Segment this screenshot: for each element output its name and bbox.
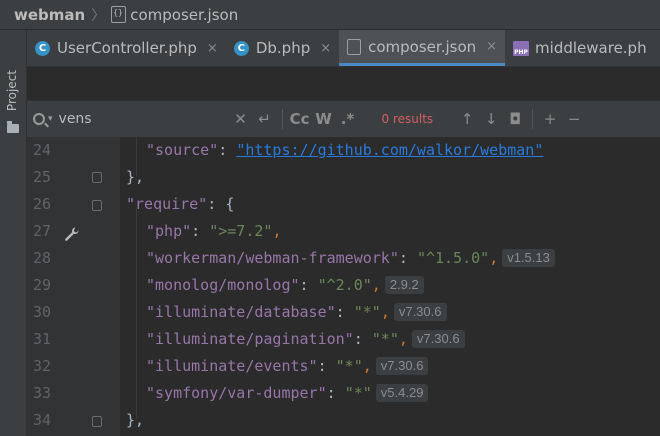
code-line: }, xyxy=(126,168,145,186)
folder-icon[interactable] xyxy=(7,121,19,133)
line-number: 30 xyxy=(33,303,52,321)
php-class-icon: C xyxy=(233,40,249,56)
editor-gutter: 24 25 26 27 28 29 30 31 32 33 34 xyxy=(27,137,120,436)
fold-marker-icon[interactable] xyxy=(92,172,102,183)
code-line: "illuminate/database": "*", v7.30.6 xyxy=(146,299,447,326)
breadcrumb-separator-icon: 〉 xyxy=(91,7,106,24)
json-file-icon xyxy=(111,6,127,23)
close-icon[interactable]: × xyxy=(207,41,218,56)
tab-db[interactable]: C Db.php × xyxy=(226,30,339,66)
search-history-dropdown-icon[interactable]: ▾ xyxy=(48,114,53,124)
version-hint: v7.30.6 xyxy=(411,330,465,348)
line-number: 26 xyxy=(33,195,52,213)
line-number: 32 xyxy=(33,357,52,375)
search-results-count: 0 results xyxy=(381,112,434,126)
line-number: 25 xyxy=(33,168,52,186)
navigation-bar: webman 〉 composer.json xyxy=(0,0,660,30)
add-selection-icon[interactable]: + xyxy=(538,110,562,128)
url-link[interactable]: "https://github.com/walkor/webman" xyxy=(236,141,543,159)
select-all-occurrences-icon[interactable]: ◘ xyxy=(503,110,527,128)
php-file-icon: PHP xyxy=(513,40,530,56)
line-number: 34 xyxy=(33,411,52,429)
json-file-icon xyxy=(347,38,362,55)
previous-occurrence-icon[interactable]: ↑ xyxy=(455,110,479,128)
editor-tabs: C UserController.php × C Db.php × compos… xyxy=(27,30,660,67)
tab-middleware[interactable]: PHP middleware.ph xyxy=(505,30,655,66)
divider xyxy=(532,109,534,129)
code-line: }, xyxy=(126,411,145,429)
code-line: "workerman/webman-framework": "^1.5.0", v… xyxy=(146,245,555,272)
breadcrumb-project[interactable]: webman xyxy=(14,6,85,24)
code-editor[interactable]: 24 25 26 27 28 29 30 31 32 33 34 "source… xyxy=(27,137,660,436)
version-hint: 2.9.2 xyxy=(384,276,424,294)
line-number: 31 xyxy=(33,330,52,348)
code-line: "monolog/monolog": "^2.0", 2.9.2 xyxy=(146,272,424,299)
version-hint: v7.30.6 xyxy=(375,357,429,375)
clear-search-icon[interactable]: ✕ xyxy=(229,110,253,128)
line-number: 28 xyxy=(33,249,52,267)
divider xyxy=(281,109,283,129)
line-number: 29 xyxy=(33,276,52,294)
project-tool-window-button[interactable]: Project xyxy=(5,70,19,111)
search-input[interactable]: vens xyxy=(59,111,229,127)
remove-selection-icon[interactable]: − xyxy=(562,110,586,128)
tab-label: UserController.php xyxy=(57,39,197,57)
new-line-icon[interactable]: ↵ xyxy=(253,110,277,128)
find-bar: ▾ vens ✕ ↵ Cc W .* 0 results ↑ ↓ ◘ + − xyxy=(27,100,660,138)
tab-usercontroller[interactable]: C UserController.php × xyxy=(27,30,226,66)
fold-marker-icon[interactable] xyxy=(92,200,102,211)
version-hint: v7.30.6 xyxy=(393,303,447,321)
php-class-icon: C xyxy=(35,40,50,56)
tool-window-strip: Project xyxy=(0,30,27,436)
whole-words-toggle[interactable]: W xyxy=(312,110,336,128)
tab-label: Db.php xyxy=(255,39,311,57)
code-line: "symfony/var-dumper": "*" v5.4.29 xyxy=(146,380,429,407)
wrench-icon[interactable] xyxy=(64,226,80,242)
tab-label: composer.json xyxy=(368,37,477,56)
code-line: "require": { xyxy=(126,195,235,213)
version-hint: v1.5.13 xyxy=(502,249,555,267)
regex-toggle[interactable]: .* xyxy=(336,110,360,128)
tab-composer[interactable]: composer.json × xyxy=(339,30,506,66)
line-number: 33 xyxy=(33,384,52,402)
fold-marker-icon[interactable] xyxy=(92,416,102,427)
code-line: "illuminate/events": "*", v7.30.6 xyxy=(146,353,429,380)
match-case-toggle[interactable]: Cc xyxy=(288,110,312,128)
code-line: "source": "https://github.com/walkor/web… xyxy=(146,141,544,159)
close-icon[interactable]: × xyxy=(486,39,497,54)
tab-label: middleware.ph xyxy=(535,39,647,57)
indent-guide xyxy=(136,209,137,419)
search-icon[interactable] xyxy=(33,113,45,125)
line-number: 27 xyxy=(33,222,52,240)
code-line: "illuminate/pagination": "*", v7.30.6 xyxy=(146,326,465,353)
line-number: 24 xyxy=(33,141,52,159)
breadcrumb-file[interactable]: composer.json xyxy=(130,6,238,24)
version-hint: v5.4.29 xyxy=(375,384,429,402)
next-occurrence-icon[interactable]: ↓ xyxy=(479,110,503,128)
close-icon[interactable]: × xyxy=(320,41,331,56)
code-line: "php": ">=7.2", xyxy=(146,222,282,240)
